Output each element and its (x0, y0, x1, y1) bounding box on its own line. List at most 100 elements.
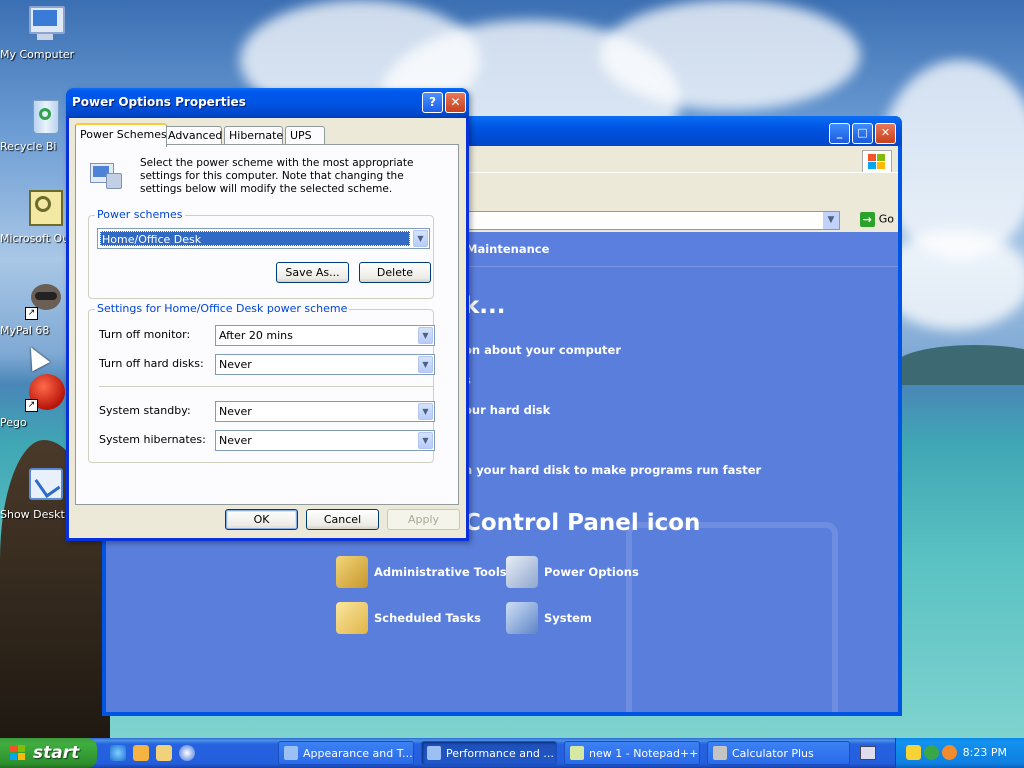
mouse-cursor-icon (22, 342, 50, 372)
ok-button[interactable]: OK (225, 509, 298, 530)
system-tray: 8:23 PM (895, 738, 1024, 768)
tab-ups[interactable]: UPS (285, 126, 325, 145)
media-player-icon[interactable] (179, 745, 195, 761)
island-hill (895, 345, 1024, 385)
go-arrow-icon: → (859, 212, 875, 227)
chevron-down-icon[interactable]: ▼ (418, 432, 433, 449)
system-standby-select[interactable]: Never ▼ (215, 401, 435, 422)
selected-value: Never (219, 434, 252, 447)
selected-value: After 20 mins (219, 329, 293, 342)
power-options-icon (506, 556, 538, 588)
task-link[interactable]: on about your computer (464, 343, 621, 357)
taskbar-button-notepad[interactable]: new 1 - Notepad++ (564, 741, 700, 765)
network-icon[interactable] (924, 745, 939, 760)
setting-label: Turn off hard disks: (99, 357, 204, 370)
selected-value: Home/Office Desk (100, 231, 410, 246)
taskbar-button-calculator[interactable]: Calculator Plus (707, 741, 850, 765)
chevron-down-icon[interactable]: ▼ (418, 356, 433, 373)
power-options-dialog[interactable]: Power Options Properties ? ✕ Power Schem… (66, 88, 469, 541)
icon-label: Scheduled Tasks (374, 611, 481, 625)
turn-off-monitor-select[interactable]: After 20 mins ▼ (215, 325, 435, 346)
tab-advanced[interactable]: Advanced (163, 126, 222, 145)
apply-button[interactable]: Apply (387, 509, 460, 530)
taskbar-button-appearance[interactable]: Appearance and T... (278, 741, 414, 765)
chevron-down-icon[interactable]: ▼ (418, 327, 433, 344)
system-hibernates-select[interactable]: Never ▼ (215, 430, 435, 451)
taskbar-button-label: Calculator Plus (732, 747, 814, 760)
calculator-icon (713, 746, 727, 760)
setting-label: System standby: (99, 404, 191, 417)
taskbar-button-label: Appearance and T... (303, 747, 413, 760)
raccoon-icon: ↗ (25, 280, 65, 320)
close-button[interactable]: ✕ (875, 123, 896, 144)
recycle-bin-icon (25, 96, 65, 136)
save-as-button[interactable]: Save As... (276, 262, 349, 283)
folder-icon[interactable] (156, 745, 172, 761)
power-scheme-select[interactable]: Home/Office Desk ▼ (97, 228, 430, 249)
tab-power-schemes[interactable]: Power Schemes (75, 123, 167, 147)
start-button[interactable]: start (0, 738, 97, 768)
go-button[interactable]: → Go (859, 212, 894, 227)
desktop-icon-label: My Computer (0, 48, 75, 61)
desktop-icon-label: Show Deskt (0, 508, 65, 521)
icon-label: Power Options (544, 565, 639, 579)
windows-logo-icon (10, 745, 26, 761)
tab-hibernate[interactable]: Hibernate (224, 126, 283, 145)
administrative-tools-icon (336, 556, 368, 588)
cancel-button[interactable]: Cancel (306, 509, 379, 530)
dialog-client: Power Schemes Advanced Hibernate UPS Sel… (69, 118, 466, 538)
maximize-button[interactable]: □ (852, 123, 873, 144)
clock[interactable]: 8:23 PM (963, 738, 1007, 768)
taskbar-button-label: Performance and ... (446, 747, 554, 760)
close-button[interactable]: ✕ (445, 92, 466, 113)
group-title: Power schemes (95, 208, 185, 221)
help-button[interactable]: ? (422, 92, 443, 113)
start-label: start (33, 743, 80, 763)
minimize-button[interactable]: _ (829, 123, 850, 144)
delete-button[interactable]: Delete (359, 262, 431, 283)
dialog-titlebar[interactable]: Power Options Properties ? ✕ (66, 88, 469, 118)
power-schemes-group: Power schemes Home/Office Desk ▼ Save As… (88, 208, 434, 299)
watermark-icon (626, 522, 838, 712)
windows-logo-icon (862, 150, 892, 174)
go-label: Go (878, 212, 894, 226)
internet-explorer-icon[interactable] (110, 745, 126, 761)
power-options-link[interactable]: Power Options (506, 556, 639, 588)
messenger-icon[interactable] (133, 745, 149, 761)
divider (99, 386, 433, 388)
chevron-down-icon[interactable]: ▼ (823, 212, 839, 229)
desktop-icon-my-computer[interactable]: My Computer (0, 4, 90, 61)
category-title: Maintenance (466, 242, 550, 256)
show-desktop-icon (25, 464, 65, 504)
desktop-icon-label: Recycle Bi (0, 140, 57, 153)
security-shield-icon[interactable] (906, 745, 921, 760)
desktop-icon-label: MyPal 68 (0, 324, 50, 337)
administrative-tools-link[interactable]: Administrative Tools (336, 556, 507, 588)
chevron-down-icon[interactable]: ▼ (413, 230, 428, 247)
turn-off-hard-disks-select[interactable]: Never ▼ (215, 354, 435, 375)
pick-task-heading: k... (464, 293, 506, 319)
taskbar-button-performance[interactable]: Performance and ... (421, 741, 557, 765)
keyboard-icon[interactable] (860, 746, 876, 760)
control-panel-icon (427, 746, 441, 760)
group-title: Settings for Home/Office Desk power sche… (95, 302, 350, 315)
search-icon[interactable] (942, 745, 957, 760)
chevron-down-icon[interactable]: ▼ (418, 403, 433, 420)
system-link[interactable]: System (506, 602, 592, 634)
task-link[interactable]: our hard disk (464, 403, 550, 417)
scheduled-tasks-link[interactable]: Scheduled Tasks (336, 602, 481, 634)
notepad-icon (570, 746, 584, 760)
setting-label: System hibernates: (99, 433, 206, 446)
selected-value: Never (219, 405, 252, 418)
control-panel-icon (284, 746, 298, 760)
selected-value: Never (219, 358, 252, 371)
icon-label: System (544, 611, 592, 625)
cloud (600, 0, 860, 110)
scheduled-tasks-icon (336, 602, 368, 634)
desktop: My Computer Recycle Bi Microsoft Ou ↗ My… (0, 0, 1024, 738)
taskbar-button-label: new 1 - Notepad++ (589, 747, 699, 760)
setting-label: Turn off monitor: (99, 328, 191, 341)
task-link[interactable]: n your hard disk to make programs run fa… (464, 463, 761, 477)
settings-group: Settings for Home/Office Desk power sche… (88, 302, 435, 463)
desktop-icon-label: Pego (0, 416, 27, 429)
